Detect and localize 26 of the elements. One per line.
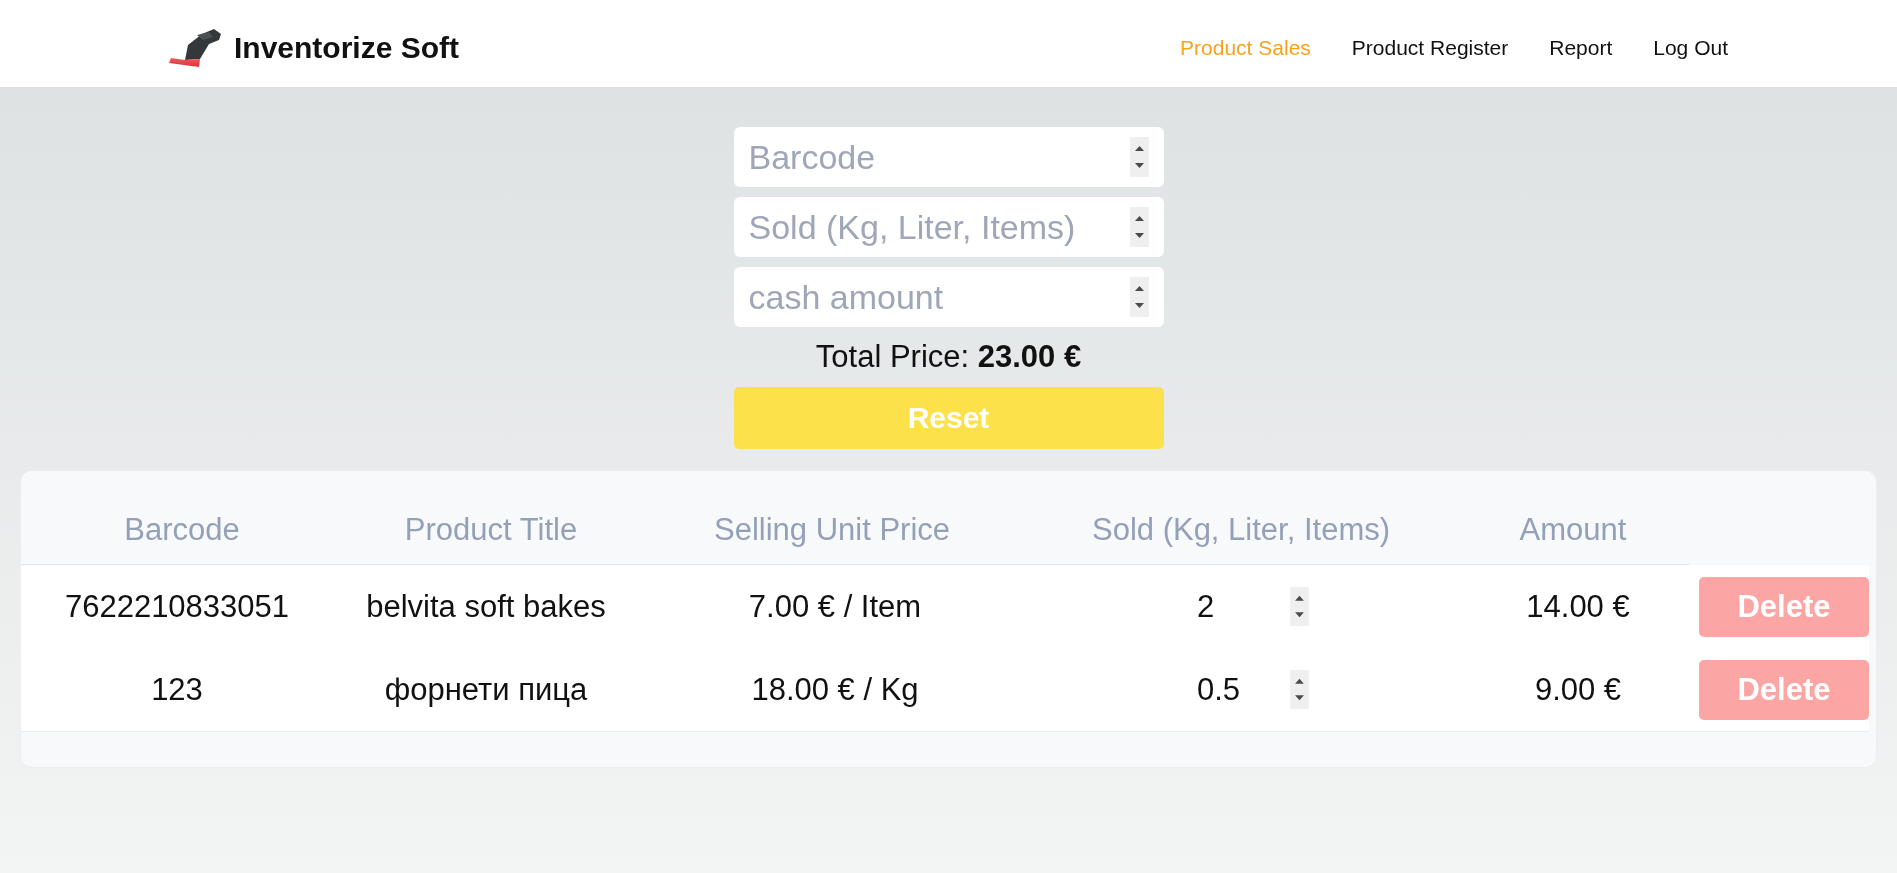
quantity-field[interactable]: 0.5 <box>1191 669 1286 710</box>
nav-link[interactable]: Log Out <box>1653 35 1728 60</box>
nav-link[interactable]: Report <box>1549 35 1613 60</box>
table-cell-text: 14.00 € <box>1525 588 1631 625</box>
nav-link[interactable]: Product Register <box>1351 35 1509 60</box>
table-cell-text: 123 <box>150 671 204 708</box>
total-price-text: Total Price: 23.00 € <box>814 338 1083 376</box>
table-cell-text: 9.00 € <box>1533 671 1623 708</box>
column-header: Amount <box>1518 512 1628 549</box>
stepper-icon[interactable] <box>1290 587 1309 626</box>
input-field[interactable]: Sold (Kg, Liter, Items) <box>733 197 1164 257</box>
scanner-icon <box>169 28 221 67</box>
table-cell-text: 7622210833051 <box>63 588 291 625</box>
table-cell-text: 18.00 € / Kg <box>750 671 920 708</box>
table-cell-text: 7.00 € / Item <box>747 588 923 625</box>
column-header: Sold (Kg, Liter, Items) <box>1090 512 1392 549</box>
table-cell-text: форнети пица <box>383 671 589 708</box>
column-header: Selling Unit Price <box>712 512 951 549</box>
stepper-icon[interactable] <box>1290 670 1309 709</box>
input-field[interactable]: cash amount <box>733 267 1164 327</box>
table-cell-text: belvita soft bakes <box>365 588 607 625</box>
column-header: Barcode <box>123 512 241 549</box>
input-field[interactable]: Barcode <box>733 127 1164 187</box>
quantity-field[interactable]: 2 <box>1191 586 1286 627</box>
column-header: Product Title <box>403 512 579 549</box>
app-title: Inventorize Soft <box>234 30 459 65</box>
